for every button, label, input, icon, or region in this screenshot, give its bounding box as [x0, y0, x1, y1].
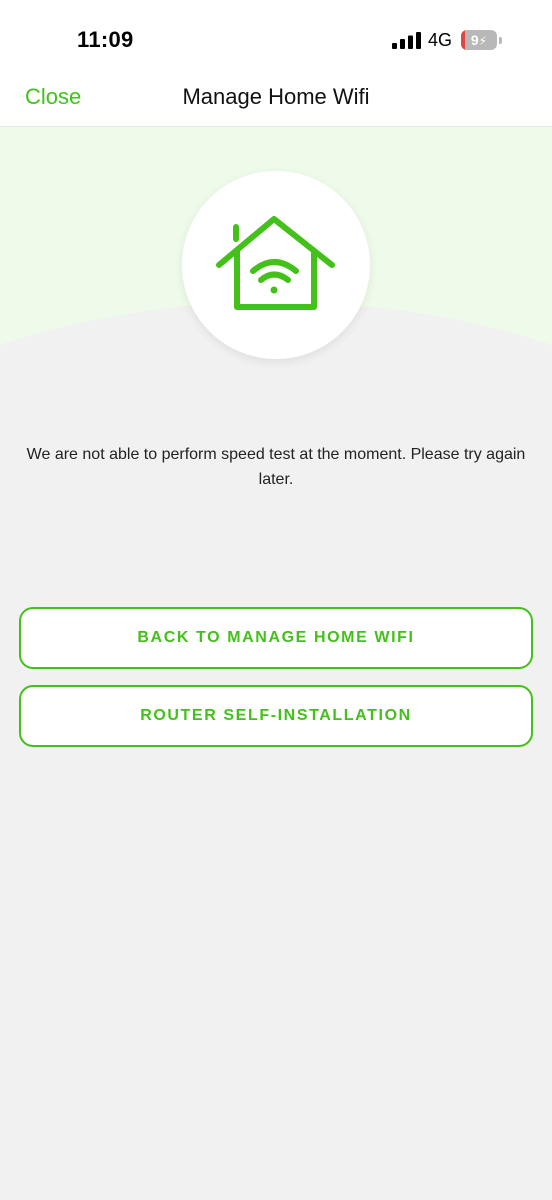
- home-wifi-badge: [182, 171, 370, 359]
- charging-bolt-icon: ⚡︎: [478, 34, 488, 48]
- screen: 11:09 4G 9⚡︎ Manage Home Wifi Close We a…: [0, 0, 552, 1200]
- home-wifi-icon: [216, 216, 335, 310]
- back-to-manage-home-wifi-button[interactable]: BACK TO MANAGE HOME WIFI: [19, 607, 533, 669]
- network-type: 4G: [428, 30, 453, 50]
- cellular-signal-icon: [392, 32, 421, 49]
- nav-bar: Manage Home Wifi Close: [0, 80, 552, 127]
- status-time: 11:09: [77, 27, 134, 52]
- close-button[interactable]: Close: [25, 84, 81, 110]
- error-message: We are not able to perform speed test at…: [26, 446, 526, 488]
- battery-percent: 9: [470, 32, 479, 48]
- router-self-installation-button[interactable]: ROUTER SELF-INSTALLATION: [19, 685, 533, 747]
- page-title: Manage Home Wifi: [182, 84, 370, 109]
- battery-icon: 9⚡︎: [461, 30, 497, 50]
- battery-tip: [499, 37, 502, 44]
- status-bar: 11:09 4G 9⚡︎: [0, 0, 552, 80]
- battery-level-text: 9⚡︎: [461, 30, 497, 50]
